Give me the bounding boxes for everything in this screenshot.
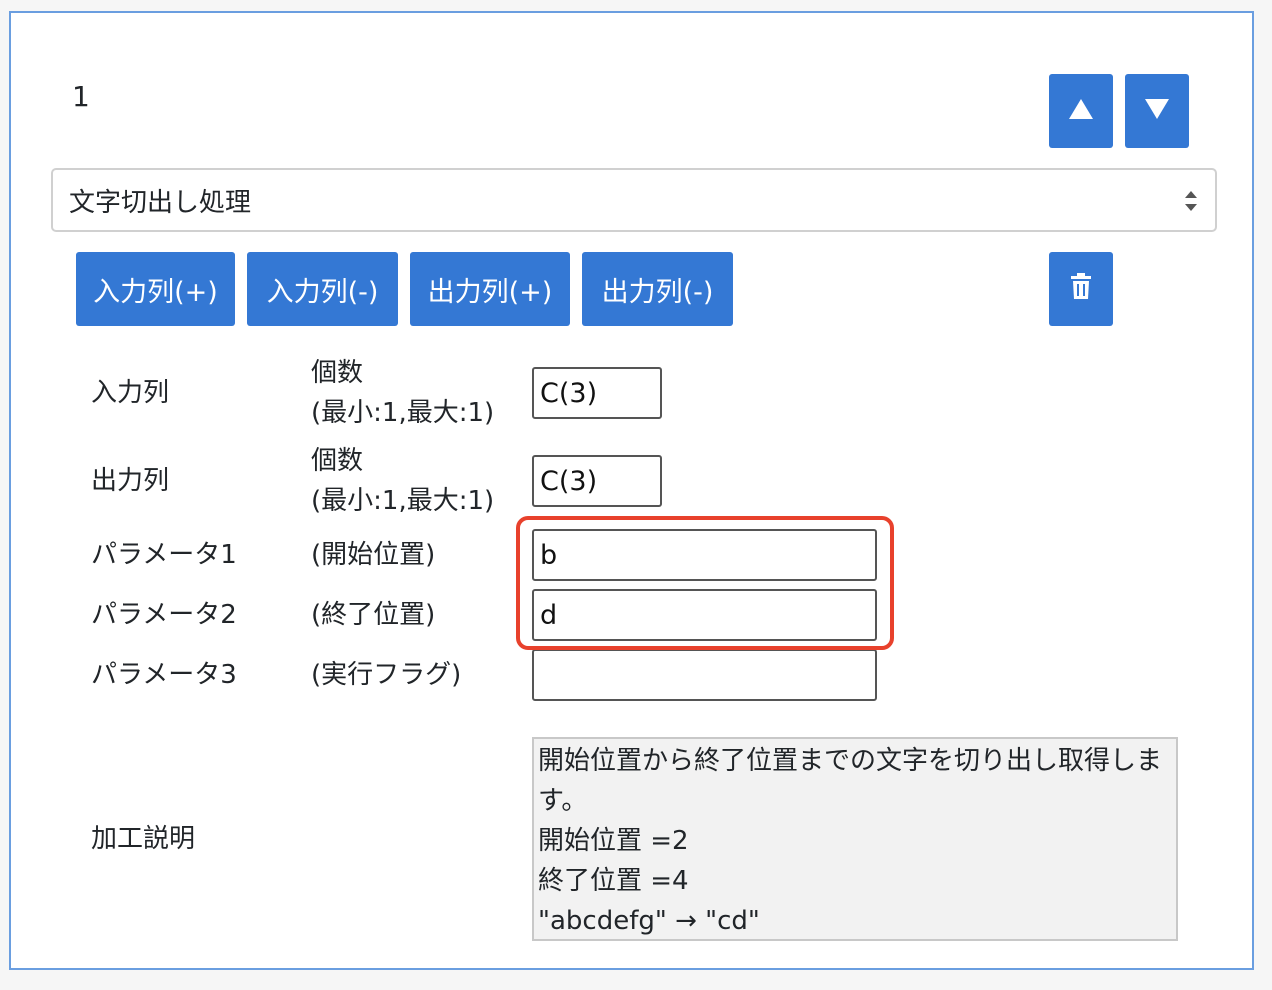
parameter1-label: パラメータ1: [91, 540, 237, 570]
parameter1-hint: (開始位置): [311, 540, 436, 570]
parameter3-hint: (実行フラグ): [311, 660, 462, 690]
add-output-column-button[interactable]: 出力列(+): [410, 252, 570, 326]
parameter2-hint: (終了位置): [311, 600, 436, 630]
add-input-column-button[interactable]: 入力列(+): [76, 252, 235, 326]
triangle-down-icon: [1144, 96, 1170, 127]
output-count-range: (最小:1,最大:1): [311, 486, 495, 516]
input-column-label: 入力列: [91, 378, 170, 408]
parameter3-field[interactable]: [532, 649, 877, 701]
output-column-label: 出力列: [91, 466, 170, 496]
description-label: 加工説明: [91, 824, 196, 854]
description-line: "abcdefg" → "cd": [538, 906, 760, 936]
processing-step-panel: 1 文字切出し処理 入力列(+) 入力列(-) 出力列(+) 出力列(-) 入力…: [9, 11, 1254, 970]
description-line: 終了位置 =4: [538, 866, 689, 896]
highlight-annotation: [516, 516, 894, 650]
trash-icon: [1070, 272, 1092, 306]
remove-output-column-button[interactable]: 出力列(-): [582, 252, 733, 326]
triangle-up-icon: [1068, 96, 1094, 127]
sort-caret-icon: [1183, 187, 1199, 215]
description-line: 開始位置から終了位置までの文字を切り出し取得しま: [538, 746, 1163, 776]
output-column-field[interactable]: [532, 455, 662, 507]
step-number: 1: [72, 80, 90, 113]
description-box: 開始位置から終了位置までの文字を切り出し取得しま す。 開始位置 =2 終了位置…: [532, 737, 1178, 941]
input-count-hint: 個数: [311, 358, 364, 388]
process-type-select[interactable]: 文字切出し処理: [51, 168, 1217, 232]
description-line: す。: [538, 786, 588, 816]
input-count-range: (最小:1,最大:1): [311, 398, 495, 428]
remove-input-column-button[interactable]: 入力列(-): [247, 252, 398, 326]
process-type-select-value: 文字切出し処理: [69, 187, 252, 218]
parameter2-label: パラメータ2: [91, 600, 237, 630]
output-count-hint: 個数: [311, 446, 364, 476]
move-down-button[interactable]: [1125, 74, 1189, 148]
delete-step-button[interactable]: [1049, 252, 1113, 326]
input-column-field[interactable]: [532, 367, 662, 419]
description-line: 開始位置 =2: [538, 826, 689, 856]
parameter3-label: パラメータ3: [91, 660, 237, 690]
move-up-button[interactable]: [1049, 74, 1113, 148]
